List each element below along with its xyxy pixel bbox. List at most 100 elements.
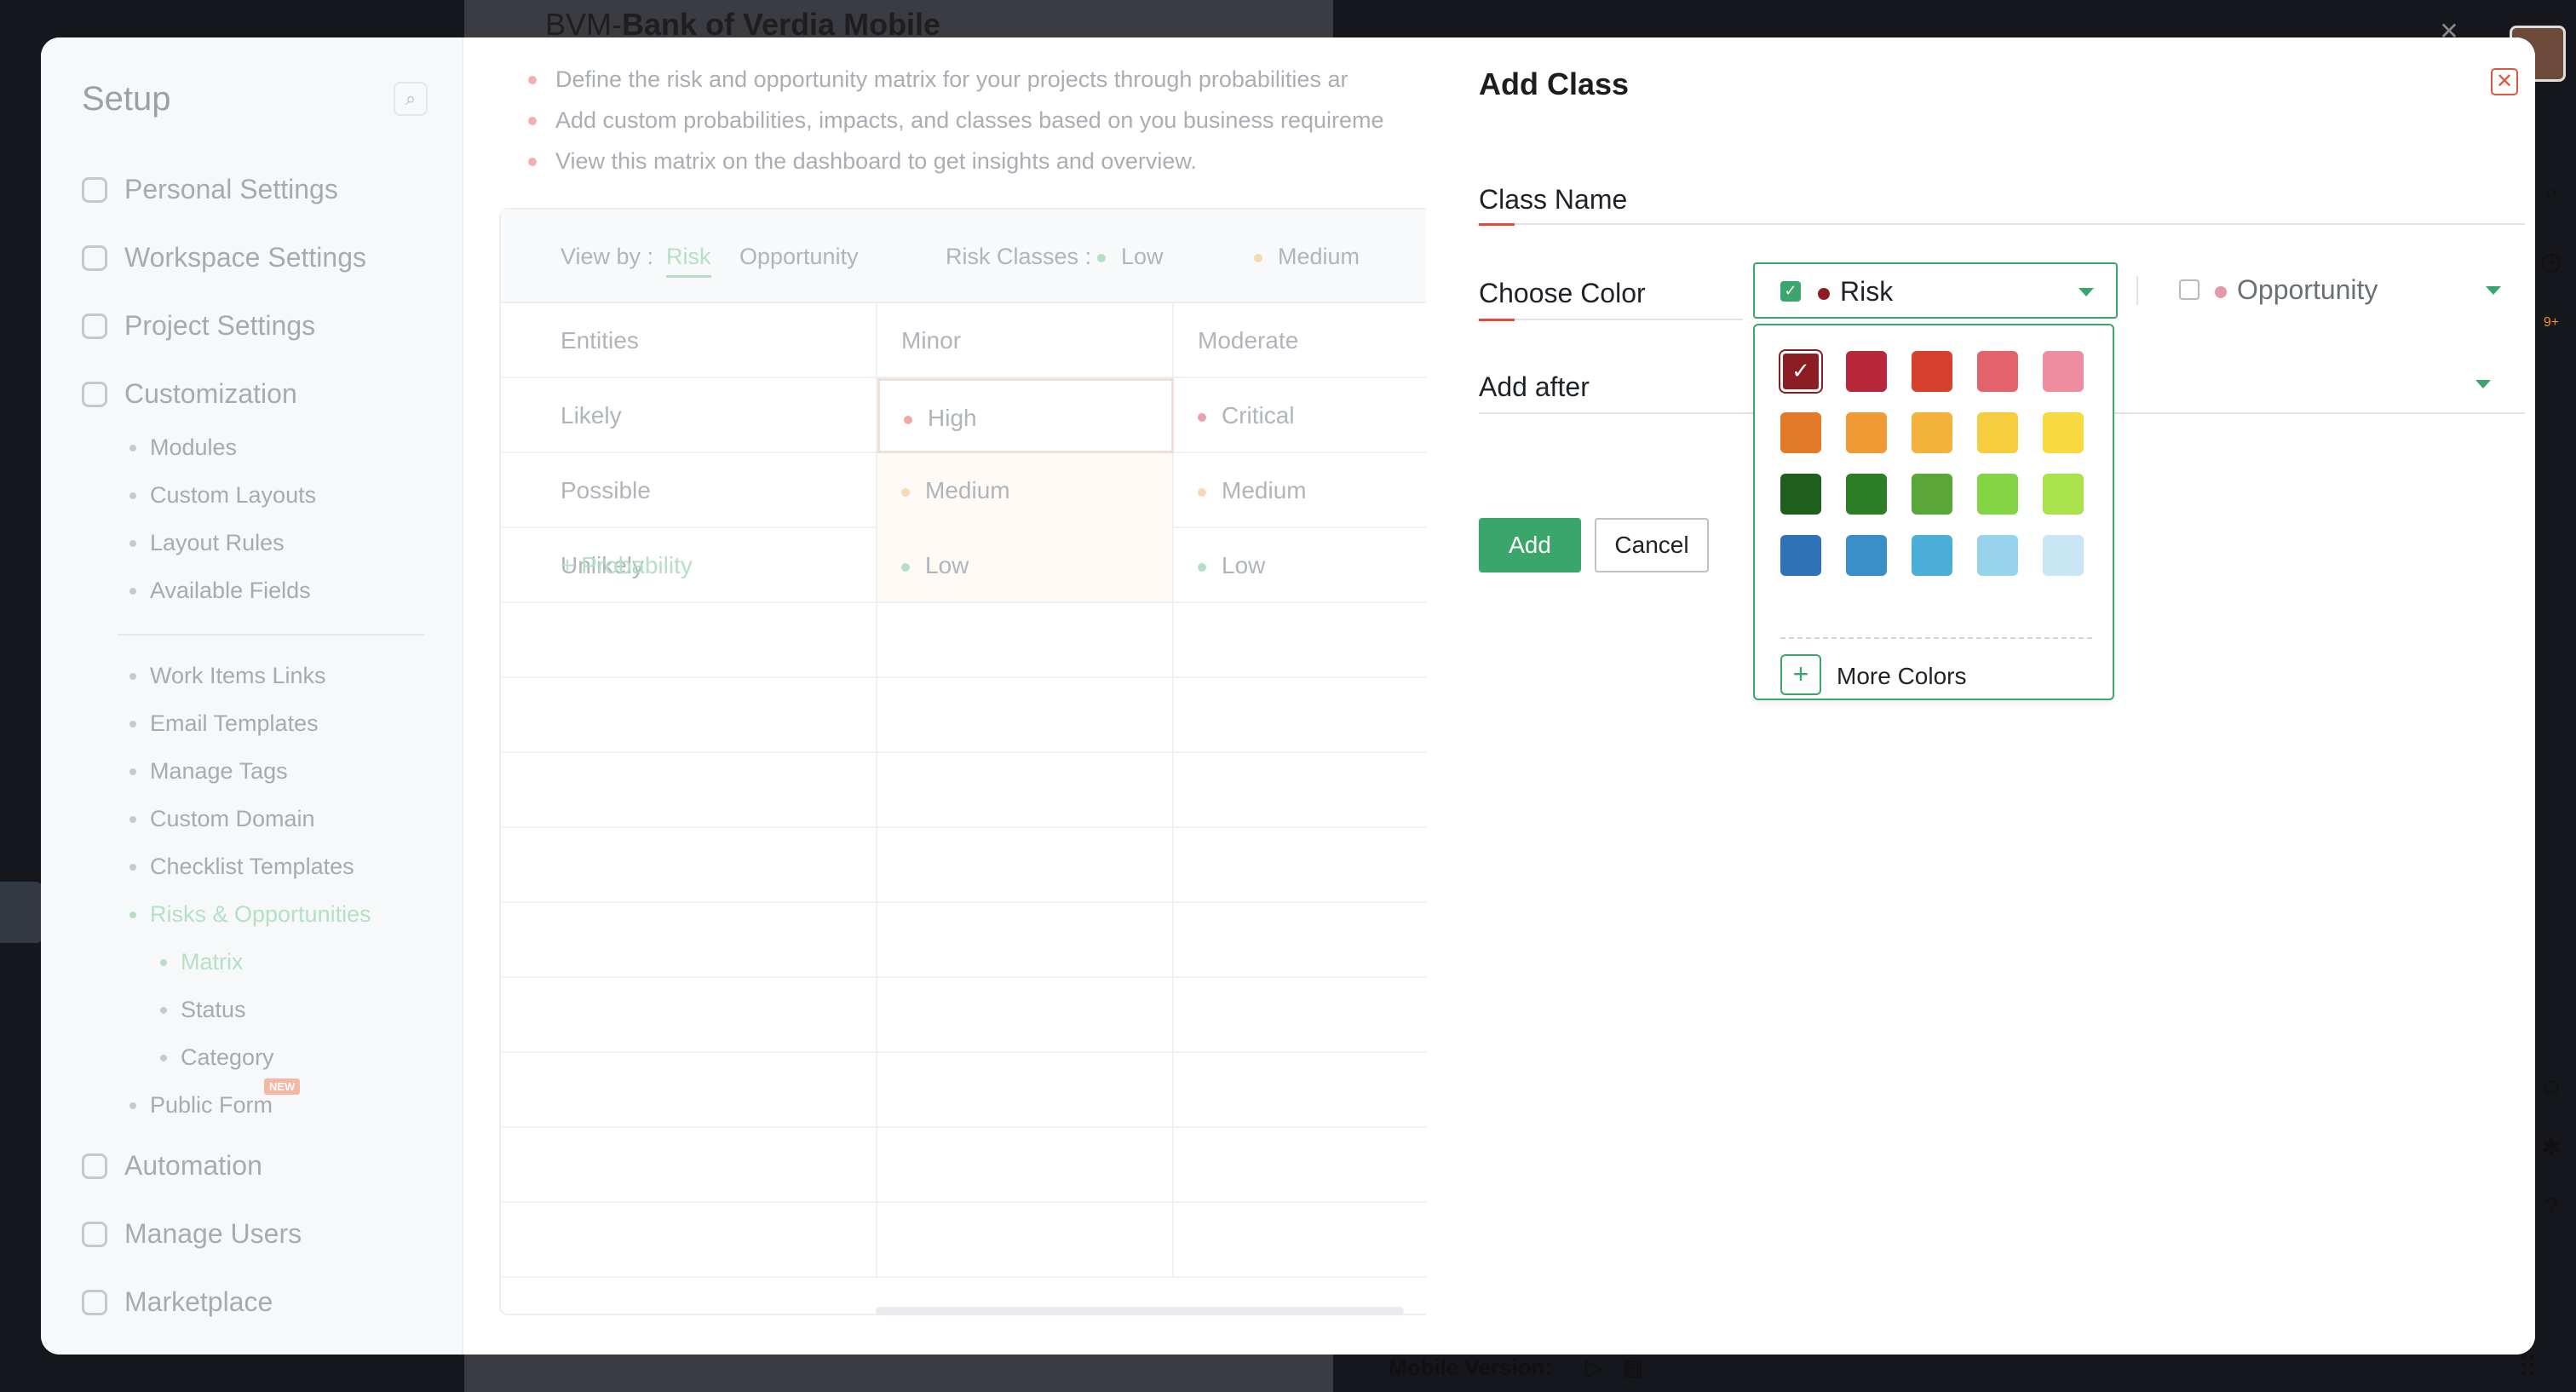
nav-matrix[interactable]: Matrix <box>160 949 244 975</box>
tab-opportunity[interactable]: Opportunity <box>739 244 859 270</box>
nav-category[interactable]: Category <box>160 1044 274 1071</box>
qr-code-icon[interactable]: ▦ <box>1623 1355 1644 1380</box>
personal-settings-icon <box>82 176 107 203</box>
search-icon[interactable]: ⌕ <box>2534 179 2568 213</box>
help-icon[interactable]: ? <box>2534 1193 2568 1227</box>
feedback-icon[interactable]: ☺ <box>2534 1073 2568 1107</box>
nav-available-fields[interactable]: Available Fields <box>129 578 311 604</box>
color-swatch[interactable]: ✓ <box>1780 351 1821 392</box>
nav-marketplace[interactable]: Marketplace <box>82 1286 273 1318</box>
nav-manage-tags[interactable]: Manage Tags <box>129 758 288 785</box>
class-dot <box>1198 412 1206 422</box>
timer-icon[interactable]: ◷ <box>2534 247 2568 281</box>
cancel-button[interactable]: Cancel <box>1595 518 1709 572</box>
nav-custom-domain[interactable]: Custom Domain <box>129 806 315 832</box>
color-swatch[interactable] <box>2043 351 2084 392</box>
nav-customization[interactable]: Customization <box>82 378 297 410</box>
risk-matrix: View by : Risk Opportunity Risk Classes … <box>499 208 1436 1315</box>
color-swatch[interactable] <box>2043 474 2084 515</box>
nav-automation[interactable]: Automation <box>82 1150 262 1182</box>
empty-cell <box>1174 1203 1438 1278</box>
matrix-cell[interactable]: Medium <box>1174 453 1438 528</box>
nav-work-items-links[interactable]: Work Items Links <box>129 663 326 689</box>
matrix-cell[interactable]: Critical <box>1174 378 1438 453</box>
matrix-cell[interactable]: High <box>877 378 1174 453</box>
color-swatch[interactable] <box>1977 412 2018 453</box>
apps-grid-icon[interactable]: ⠿ <box>2517 1351 2539 1385</box>
empty-cell <box>1174 678 1438 753</box>
color-swatch[interactable] <box>1977 351 2018 392</box>
nav-project-settings[interactable]: Project Settings <box>82 310 315 342</box>
cell-class-label: Critical <box>1222 402 1295 429</box>
column-header: Entities <box>501 303 877 378</box>
color-swatch[interactable] <box>2043 412 2084 453</box>
nav-layout-rules[interactable]: Layout Rules <box>129 530 285 556</box>
color-swatch[interactable] <box>1846 474 1887 515</box>
add-probability-row: + Probability <box>501 528 1435 603</box>
plus-icon[interactable]: + <box>1780 654 1821 695</box>
nav-checklist-templates[interactable]: Checklist Templates <box>129 854 354 880</box>
empty-row <box>501 603 1435 678</box>
empty-row <box>501 1053 1435 1128</box>
more-colors-link[interactable]: More Colors <box>1837 663 1966 690</box>
empty-cell <box>501 1128 877 1203</box>
color-swatch[interactable] <box>1912 412 1952 453</box>
empty-cell <box>1174 828 1438 903</box>
class-dot <box>904 415 912 424</box>
empty-row <box>501 678 1435 753</box>
empty-cell <box>501 1053 877 1128</box>
color-swatch[interactable] <box>1846 535 1887 576</box>
opportunity-color-select[interactable]: Opportunity <box>2171 262 2525 319</box>
settings-icon[interactable]: ✱ <box>2534 1133 2568 1167</box>
color-swatch[interactable] <box>1912 351 1952 392</box>
play-store-icon[interactable]: ▷ <box>1585 1355 1602 1380</box>
color-swatch[interactable] <box>1780 474 1821 515</box>
nav-custom-layouts[interactable]: Custom Layouts <box>129 482 316 509</box>
nav-status[interactable]: Status <box>160 997 246 1023</box>
nav-workspace-settings[interactable]: Workspace Settings <box>82 242 366 273</box>
nav-public-form[interactable]: Public Form <box>129 1092 273 1119</box>
empty-cell <box>1174 1128 1438 1203</box>
nav-risks-opportunities[interactable]: Risks & Opportunities <box>129 901 371 928</box>
color-swatch[interactable] <box>1912 474 1952 515</box>
color-swatch[interactable] <box>1977 535 2018 576</box>
matrix-cell[interactable]: Medium <box>877 453 1174 528</box>
horizontal-scrollbar[interactable] <box>876 1307 1404 1315</box>
search-icon[interactable]: ⌕ <box>394 82 428 116</box>
add-after-field[interactable]: Add after <box>1479 371 1590 403</box>
risk-color-select[interactable]: ✓ Risk <box>1753 262 2118 319</box>
color-swatch[interactable] <box>1780 412 1821 453</box>
close-icon[interactable]: ✕ <box>2491 68 2518 95</box>
notification-badge[interactable]: 9+ <box>2534 315 2568 349</box>
color-swatch[interactable] <box>1846 351 1887 392</box>
tab-risk[interactable]: Risk <box>666 244 711 278</box>
color-swatch[interactable] <box>1912 535 1952 576</box>
empty-cell <box>501 828 877 903</box>
add-button[interactable]: Add <box>1479 518 1581 572</box>
info-line: Add custom probabilities, impacts, and c… <box>528 107 1384 134</box>
empty-row <box>501 828 1435 903</box>
color-swatch[interactable] <box>1780 535 1821 576</box>
empty-cell <box>1174 603 1438 678</box>
nav-modules[interactable]: Modules <box>129 434 237 461</box>
risk-checkbox[interactable]: ✓ <box>1780 281 1801 302</box>
opportunity-label: Opportunity <box>2237 274 2378 305</box>
empty-row <box>501 978 1435 1053</box>
empty-cell <box>1174 978 1438 1053</box>
risk-classes-label: Risk Classes : <box>946 244 1092 269</box>
chevron-down-icon[interactable] <box>2475 380 2491 388</box>
nav-email-templates[interactable]: Email Templates <box>129 710 319 737</box>
color-swatch[interactable] <box>1977 474 2018 515</box>
color-swatch[interactable] <box>2043 535 2084 576</box>
color-swatch[interactable] <box>1846 412 1887 453</box>
class-name-field[interactable]: Class Name <box>1479 184 1627 216</box>
choose-color-label: Choose Color <box>1479 278 1646 308</box>
class-dot <box>901 487 910 497</box>
add-probability-link[interactable]: + Probability <box>501 528 877 603</box>
right-icon-rail: ⌕ ◷ 9+ ☺ ✱ ? <box>2534 153 2568 1380</box>
nav-manage-users[interactable]: Manage Users <box>82 1218 302 1250</box>
view-by-label: View by : <box>561 244 654 269</box>
empty-cell <box>877 1128 1174 1203</box>
nav-personal-settings[interactable]: Personal Settings <box>82 174 338 205</box>
opportunity-checkbox[interactable] <box>2179 279 2199 300</box>
